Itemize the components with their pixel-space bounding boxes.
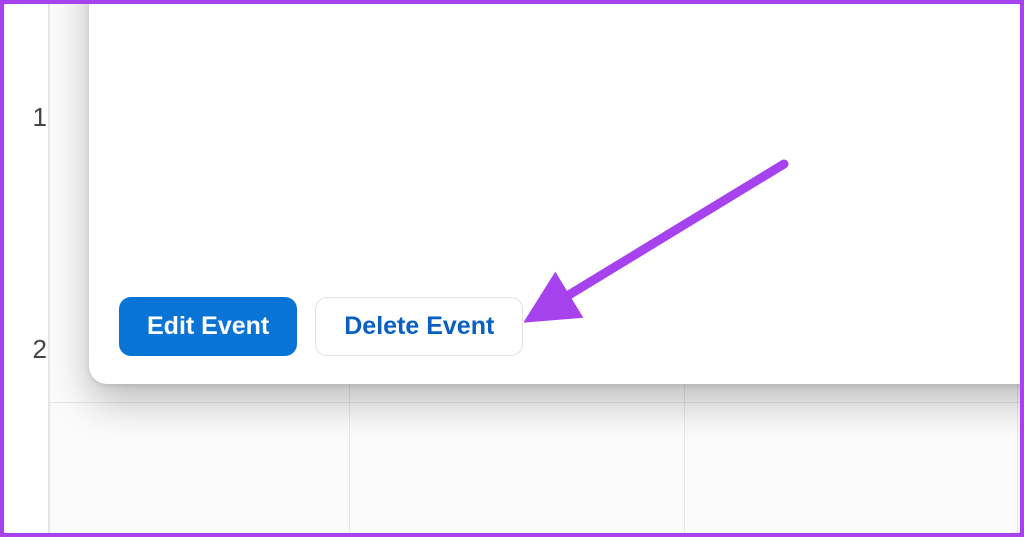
- event-modal: Edit Event Delete Event: [89, 4, 1020, 384]
- modal-action-row: Edit Event Delete Event: [119, 297, 523, 356]
- time-gutter: 1 2: [4, 4, 49, 533]
- delete-event-button-label: Delete Event: [344, 314, 494, 339]
- edit-event-button[interactable]: Edit Event: [119, 297, 297, 356]
- edit-event-button-label: Edit Event: [147, 314, 269, 339]
- delete-event-button[interactable]: Delete Event: [315, 297, 523, 356]
- time-label-2: 2: [4, 334, 49, 365]
- screenshot-frame: 1 2 Edit Event Delete Event: [4, 4, 1020, 533]
- time-label-1: 1: [4, 102, 49, 133]
